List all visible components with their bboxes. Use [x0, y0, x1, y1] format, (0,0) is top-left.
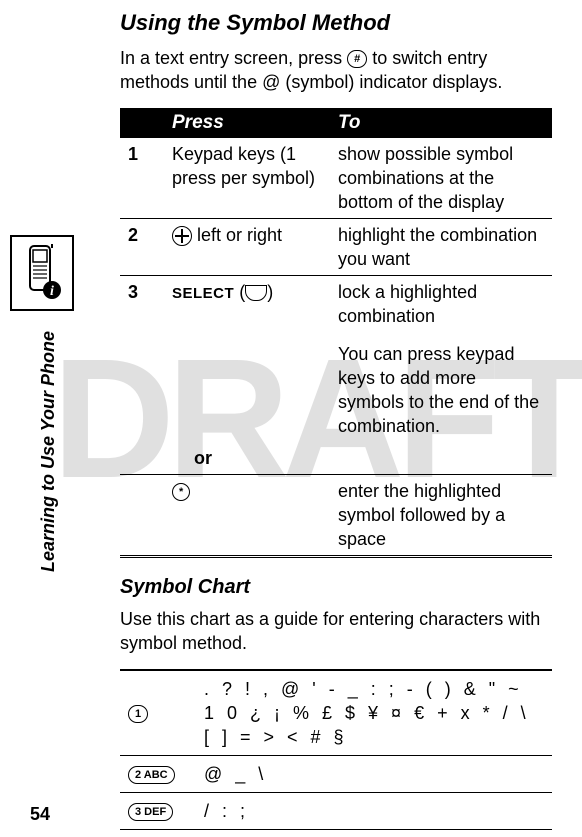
intro-text-before: In a text entry screen, press: [120, 48, 347, 68]
hash-key-icon: #: [347, 50, 367, 68]
key-1-icon: 1: [128, 705, 148, 723]
section-heading: Using the Symbol Method: [120, 10, 552, 36]
key-3-icon: 3 DEF: [128, 803, 173, 821]
chars-cell: @ _ \: [196, 756, 552, 793]
star-key-icon: *: [172, 483, 190, 501]
to-cell: lock a highlighted combination: [330, 276, 552, 333]
key-2-icon: 2 ABC: [128, 766, 175, 784]
press-cell: *: [164, 475, 330, 557]
table-row: You can press keypad keys to add more sy…: [120, 332, 552, 442]
table-row: 4 GHI " & ': [120, 830, 552, 837]
table-row: 2 left or right highlight the combinatio…: [120, 219, 552, 276]
table-row: * enter the highlighted symbol followed …: [120, 475, 552, 557]
press-cell: left or right: [164, 219, 330, 276]
select-label: SELECT: [172, 285, 234, 302]
dpad-icon: [172, 226, 192, 246]
chars-cell: " & ': [196, 830, 552, 837]
press-text: left or right: [192, 225, 282, 245]
press-cell: SELECT (): [164, 276, 330, 333]
press-cell: Keypad keys (1 press per symbol): [164, 138, 330, 219]
svg-text:i: i: [50, 284, 54, 299]
sub-intro: Use this chart as a guide for entering c…: [120, 607, 552, 655]
or-label: or: [164, 442, 330, 475]
chars-cell: / : ;: [196, 793, 552, 830]
step-num: 3: [128, 282, 138, 302]
col-press: Press: [164, 108, 330, 138]
softkey-icon: [245, 285, 267, 301]
phone-info-icon: i: [10, 235, 74, 311]
chars-cell: . ? ! , @ ' - _ : ; - ( ) & " ~ 1 0 ¿ ¡ …: [196, 670, 552, 756]
intro-paragraph: In a text entry screen, press # to switc…: [120, 46, 552, 94]
col-to: To: [330, 108, 552, 138]
to-cell: highlight the combination you want: [330, 219, 552, 276]
table-row: 2 ABC @ _ \: [120, 756, 552, 793]
table-row: 1 . ? ! , @ ' - _ : ; - ( ) & " ~ 1 0 ¿ …: [120, 670, 552, 756]
step-num: 2: [128, 225, 138, 245]
table-row: or: [120, 442, 552, 475]
instruction-table: Press To 1 Keypad keys (1 press per symb…: [120, 108, 552, 558]
subsection-heading: Symbol Chart: [120, 576, 552, 599]
to-cell: show possible symbol combinations at the…: [330, 138, 552, 219]
symbol-chart-table: 1 . ? ! , @ ' - _ : ; - ( ) & " ~ 1 0 ¿ …: [120, 669, 552, 837]
table-row: 3 DEF / : ;: [120, 793, 552, 830]
table-row: 1 Keypad keys (1 press per symbol) show …: [120, 138, 552, 219]
to-cell: enter the highlighted symbol followed by…: [330, 475, 552, 557]
step-num: 1: [128, 144, 138, 164]
side-tab: i Learning to Use Your Phone: [0, 235, 85, 572]
side-section-label: Learning to Use Your Phone: [38, 331, 59, 572]
to-extra: You can press keypad keys to add more sy…: [330, 332, 552, 442]
table-row: 3 SELECT () lock a highlighted combinati…: [120, 276, 552, 333]
